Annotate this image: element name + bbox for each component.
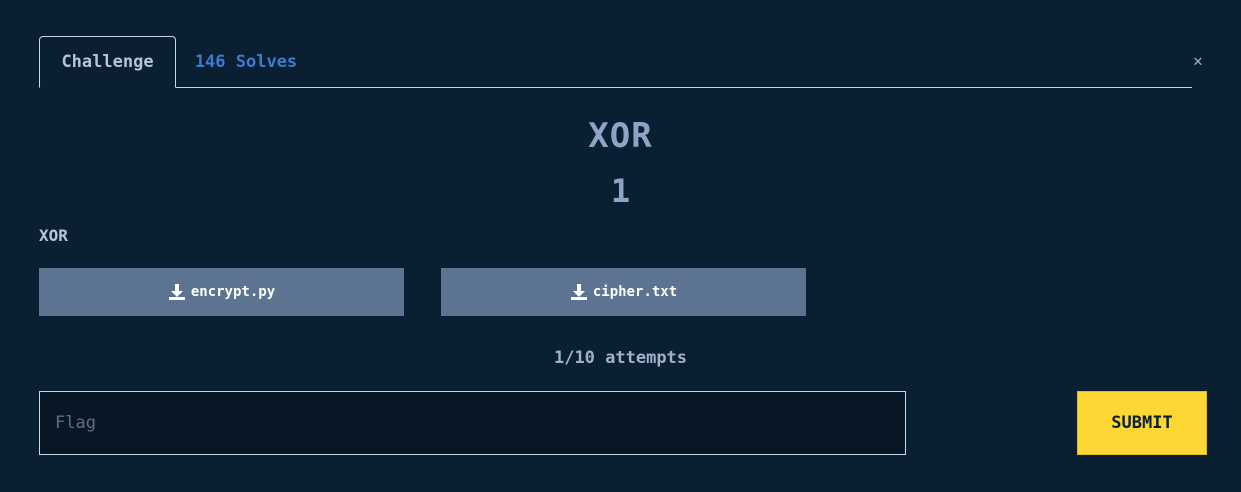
file-download-encrypt-py[interactable]: encrypt.py: [39, 268, 404, 316]
submit-button[interactable]: SUBMIT: [1077, 391, 1207, 455]
flag-input[interactable]: [39, 391, 906, 455]
download-icon: [168, 284, 185, 300]
file-download-cipher-txt[interactable]: cipher.txt: [441, 268, 806, 316]
challenge-description: XOR: [39, 226, 68, 245]
tab-solves[interactable]: 146 Solves: [176, 36, 316, 88]
challenge-title: XOR: [588, 116, 653, 156]
file-name: encrypt.py: [190, 284, 276, 300]
file-name: cipher.txt: [592, 284, 678, 300]
submit-label: SUBMIT: [1111, 413, 1173, 433]
download-icon: [570, 284, 587, 300]
challenge-modal: Challenge 146 Solves ✕ XOR 1 XOR encrypt…: [0, 0, 1241, 492]
close-button[interactable]: ✕: [1188, 50, 1208, 70]
attempts-counter: 1/10 attempts: [553, 348, 688, 368]
tab-challenge[interactable]: Challenge: [39, 36, 176, 88]
challenge-points: 1: [610, 172, 631, 210]
tab-bar: Challenge 146 Solves: [39, 36, 1192, 88]
tab-solves-label: 146 Solves: [194, 52, 298, 72]
tab-challenge-label: Challenge: [61, 52, 154, 72]
close-icon: ✕: [1193, 50, 1203, 70]
